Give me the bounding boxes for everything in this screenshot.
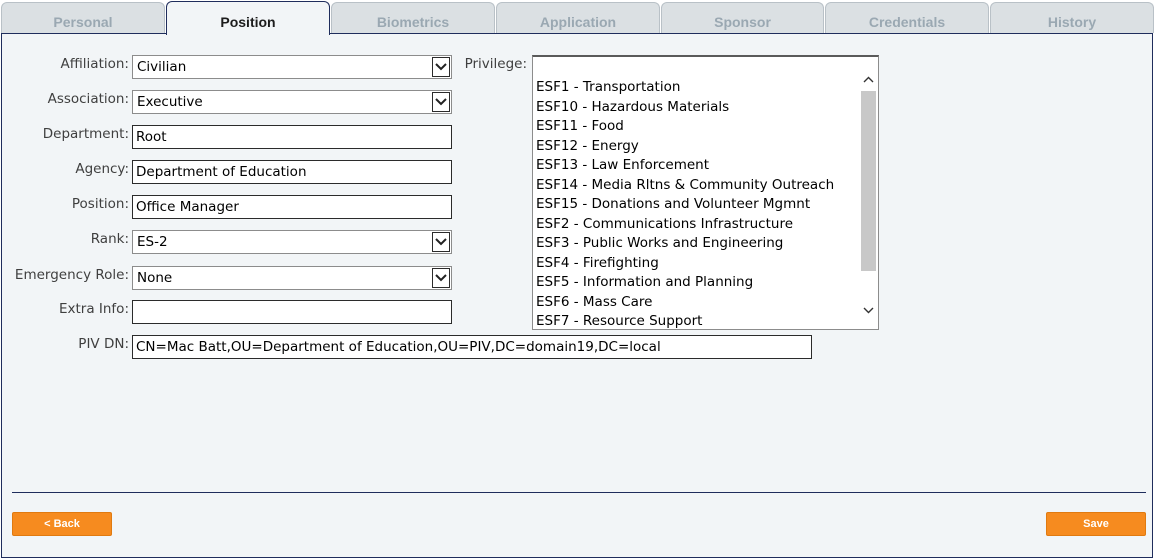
tab-position[interactable]: Position xyxy=(166,1,330,35)
association-value: Executive xyxy=(137,94,203,110)
position-label: Position: xyxy=(71,196,129,212)
privilege-item[interactable]: ESF15 - Donations and Volunteer Mgmnt xyxy=(536,195,834,215)
agency-label: Agency: xyxy=(75,161,129,177)
affiliation-value: Civilian xyxy=(137,59,187,75)
save-button[interactable]: Save xyxy=(1046,512,1146,536)
privilege-item[interactable]: ESF1 - Transportation xyxy=(536,78,834,98)
tab-history[interactable]: History xyxy=(990,2,1154,33)
privilege-item[interactable]: ESF7 - Resource Support xyxy=(536,312,834,329)
back-button[interactable]: < Back xyxy=(12,512,112,536)
privilege-item[interactable]: ESF14 - Media Rltns & Community Outreach xyxy=(536,176,834,196)
piv-dn-label: PIV DN: xyxy=(78,336,129,352)
privilege-scrollbar[interactable] xyxy=(861,57,878,329)
tab-sponsor[interactable]: Sponsor xyxy=(661,2,824,33)
department-field[interactable]: Root xyxy=(132,125,452,149)
position-panel: Affiliation: Civilian Association: Execu… xyxy=(1,33,1153,558)
chevron-down-icon[interactable] xyxy=(861,302,876,319)
tab-personal[interactable]: Personal xyxy=(1,2,165,33)
rank-value: ES-2 xyxy=(137,234,168,250)
affiliation-select[interactable]: Civilian xyxy=(132,55,452,79)
privilege-item[interactable]: ESF11 - Food xyxy=(536,117,834,137)
piv-dn-field[interactable]: CN=Mac Batt,OU=Department of Education,O… xyxy=(132,335,812,359)
rank-select[interactable]: ES-2 xyxy=(132,230,452,254)
privilege-item[interactable]: ESF2 - Communications Infrastructure xyxy=(536,215,834,235)
chevron-down-icon[interactable] xyxy=(432,268,450,288)
privilege-label: Privilege: xyxy=(464,56,527,72)
chevron-down-icon[interactable] xyxy=(432,232,450,252)
department-label: Department: xyxy=(42,126,129,142)
emergency-role-value: None xyxy=(137,270,173,286)
privilege-item[interactable]: ESF3 - Public Works and Engineering xyxy=(536,234,834,254)
privilege-item[interactable]: ESF5 - Information and Planning xyxy=(536,273,834,293)
privilege-item[interactable]: ESF13 - Law Enforcement xyxy=(536,156,834,176)
privilege-list: ESF1 - Transportation ESF10 - Hazardous M… xyxy=(536,78,834,329)
chevron-down-icon[interactable] xyxy=(432,57,450,77)
association-label: Association: xyxy=(47,91,129,107)
extra-info-label: Extra Info: xyxy=(58,301,129,317)
emergency-role-select[interactable]: None xyxy=(132,266,452,290)
tab-bar: Personal Position Biometrics Application… xyxy=(0,0,1156,35)
privilege-item[interactable]: ESF4 - Firefighting xyxy=(536,254,834,274)
association-select[interactable]: Executive xyxy=(132,90,452,114)
tab-credentials[interactable]: Credentials xyxy=(825,2,989,33)
footer-divider xyxy=(12,492,1146,493)
rank-label: Rank: xyxy=(90,231,129,247)
privilege-item[interactable]: ESF10 - Hazardous Materials xyxy=(536,98,834,118)
chevron-up-icon[interactable] xyxy=(861,71,876,88)
emergency-role-label: Emergency Role: xyxy=(14,267,129,283)
privilege-item[interactable]: ESF6 - Mass Care xyxy=(536,293,834,313)
privilege-item[interactable]: ESF12 - Energy xyxy=(536,137,834,157)
tab-application[interactable]: Application xyxy=(496,2,660,33)
tab-biometrics[interactable]: Biometrics xyxy=(331,2,495,33)
chevron-down-icon[interactable] xyxy=(432,92,450,112)
extra-info-field[interactable] xyxy=(132,300,452,324)
affiliation-label: Affiliation: xyxy=(60,56,129,72)
scrollbar-thumb[interactable] xyxy=(861,91,876,271)
agency-field[interactable]: Department of Education xyxy=(132,160,452,184)
privilege-listbox[interactable]: ESF1 - Transportation ESF10 - Hazardous M… xyxy=(532,55,879,330)
position-field[interactable]: Office Manager xyxy=(132,195,452,219)
